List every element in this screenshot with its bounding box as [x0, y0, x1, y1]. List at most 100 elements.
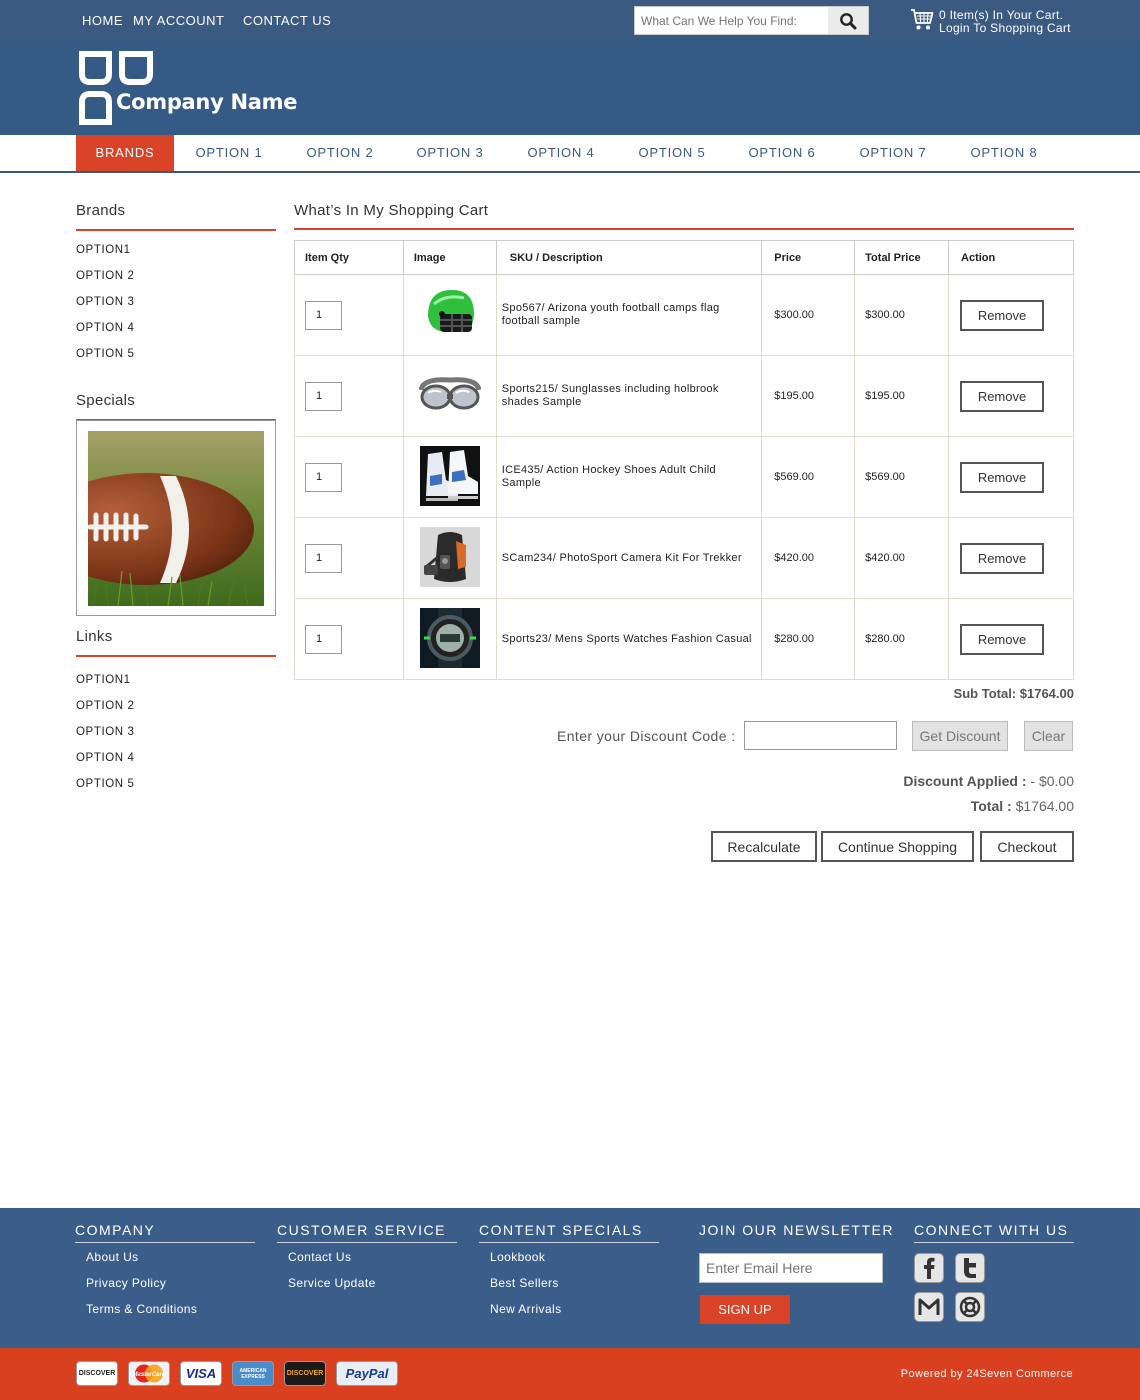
twitter-button[interactable]: [955, 1253, 985, 1283]
sports-watch-image[interactable]: [419, 607, 480, 668]
item-description: Spo567/ Arizona youth football camps fla…: [495, 274, 763, 356]
table-row: Sports23/ Mens Sports Watches Fashion Ca…: [294, 598, 1074, 680]
clear-discount-button[interactable]: Clear: [1024, 721, 1073, 751]
nav-option-5[interactable]: OPTION 5: [626, 135, 718, 171]
recalculate-button[interactable]: Recalculate: [711, 831, 817, 862]
facebook-button[interactable]: [914, 1253, 944, 1283]
my-account-link[interactable]: MY ACCOUNT: [133, 13, 224, 28]
remove-button[interactable]: Remove: [960, 461, 1045, 493]
gmail-button[interactable]: [914, 1292, 944, 1322]
item-total-price: $195.00: [854, 355, 950, 437]
camera-backpack-image[interactable]: [419, 526, 480, 587]
remove-button[interactable]: Remove: [960, 380, 1045, 412]
header-sku: SKU / Description: [495, 240, 763, 275]
sunglasses-image[interactable]: [418, 369, 482, 420]
contact-us-link[interactable]: CONTACT US: [243, 13, 331, 28]
header-total-price: Total Price: [854, 240, 950, 275]
qty-input[interactable]: [305, 462, 342, 492]
brands-option-5[interactable]: OPTION 5: [76, 348, 134, 360]
company-name[interactable]: Company Name: [116, 90, 297, 114]
powered-by: Powered by 24Seven Commerce: [900, 1368, 1073, 1380]
footer-company-heading: COMPANY: [75, 1222, 255, 1243]
footer-link-about[interactable]: About Us: [86, 1250, 139, 1264]
paypal-card-icon: PayPal: [336, 1361, 398, 1386]
brands-option-1[interactable]: OPTION1: [76, 244, 131, 256]
links-option-5[interactable]: OPTION 5: [76, 778, 134, 790]
footer-link-privacy[interactable]: Privacy Policy: [86, 1276, 166, 1290]
header-price: Price: [761, 240, 856, 275]
links-option-1[interactable]: OPTION1: [76, 674, 131, 686]
company-logo-icon[interactable]: [78, 50, 154, 126]
shopping-cart-icon: [911, 9, 934, 30]
continue-shopping-button[interactable]: Continue Shopping: [821, 831, 974, 862]
get-discount-button[interactable]: Get Discount: [912, 721, 1008, 751]
support-icon: [959, 1296, 981, 1318]
footer-link-new-arrivals[interactable]: New Arrivals: [490, 1302, 561, 1316]
total-value: $1764.00: [1015, 798, 1074, 814]
item-price: $420.00: [761, 517, 856, 599]
search-input[interactable]: [635, 7, 830, 34]
qty-input[interactable]: [305, 624, 342, 654]
specials-image-box[interactable]: [76, 420, 276, 616]
qty-input[interactable]: [305, 381, 342, 411]
brands-option-3[interactable]: OPTION 3: [76, 296, 134, 308]
remove-button[interactable]: Remove: [960, 542, 1045, 574]
gmail-icon: [918, 1298, 940, 1315]
discount-applied-label: Discount Applied :: [903, 773, 1027, 789]
football-helmet-image[interactable]: [419, 283, 480, 344]
subtotal: Sub Total: $1764.00: [954, 686, 1074, 701]
discover-card-icon: DISCOVER: [76, 1361, 118, 1386]
mastercard-label: MasterCard: [132, 1372, 165, 1378]
brands-option-2[interactable]: OPTION 2: [76, 270, 134, 282]
footer-connect-heading: CONNECT WITH US: [914, 1222, 1074, 1243]
footer-link-service-update[interactable]: Service Update: [288, 1276, 376, 1290]
table-row: Sports215/ Sunglasses including holbrook…: [294, 355, 1074, 437]
brands-option-4[interactable]: OPTION 4: [76, 322, 134, 334]
nav-option-6[interactable]: OPTION 6: [736, 135, 828, 171]
nav-option-8[interactable]: OPTION 8: [958, 135, 1050, 171]
cart-items-count: 0 Item(s) In Your Cart.: [939, 8, 1064, 22]
twitter-icon: [964, 1258, 976, 1278]
cart-header-row: Item Qty Image SKU / Description Price T…: [294, 240, 1074, 275]
item-price: $300.00: [761, 274, 856, 356]
hockey-skates-image[interactable]: [419, 445, 480, 506]
nav-option-1[interactable]: OPTION 1: [183, 135, 275, 171]
item-price: $195.00: [761, 355, 856, 437]
links-option-3[interactable]: OPTION 3: [76, 726, 134, 738]
remove-button[interactable]: Remove: [960, 299, 1045, 331]
site-header: [0, 40, 1140, 135]
search-button[interactable]: [828, 7, 868, 34]
nav-option-3[interactable]: OPTION 3: [404, 135, 496, 171]
item-total-price: $569.00: [854, 436, 950, 518]
footer-link-terms[interactable]: Terms & Conditions: [86, 1302, 197, 1316]
item-total-price: $420.00: [854, 517, 950, 599]
login-to-cart-link[interactable]: Login To Shopping Cart: [939, 21, 1071, 35]
footer-link-contact[interactable]: Contact Us: [288, 1250, 351, 1264]
amex-card-icon: AMERICAN EXPRESS: [232, 1361, 274, 1386]
qty-input[interactable]: [305, 543, 342, 573]
discount-applied-value: - $0.00: [1030, 773, 1074, 789]
nav-option-2[interactable]: OPTION 2: [294, 135, 386, 171]
signup-button[interactable]: SIGN UP: [700, 1295, 790, 1324]
links-option-4[interactable]: OPTION 4: [76, 752, 134, 764]
qty-input[interactable]: [305, 300, 342, 330]
table-row: Spo567/ Arizona youth football camps fla…: [294, 274, 1074, 356]
cart-total: Total : $1764.00: [971, 798, 1074, 814]
facebook-icon: [924, 1257, 935, 1279]
support-button[interactable]: [955, 1292, 985, 1322]
remove-button[interactable]: Remove: [960, 623, 1045, 655]
home-link[interactable]: HOME: [82, 13, 123, 28]
item-description: SCam234/ PhotoSport Camera Kit For Trekk…: [495, 517, 763, 599]
checkout-button[interactable]: Checkout: [980, 831, 1074, 862]
newsletter-email-input[interactable]: [699, 1253, 883, 1283]
search-box: [634, 6, 869, 35]
footer-link-lookbook[interactable]: Lookbook: [490, 1250, 545, 1264]
nav-option-7[interactable]: OPTION 7: [847, 135, 939, 171]
main-nav: BRANDS OPTION 1 OPTION 2 OPTION 3 OPTION…: [0, 135, 1140, 173]
nav-brands[interactable]: BRANDS: [76, 135, 174, 171]
nav-option-4[interactable]: OPTION 4: [515, 135, 607, 171]
links-option-2[interactable]: OPTION 2: [76, 700, 134, 712]
discount-code-input[interactable]: [744, 721, 897, 750]
item-description: Sports23/ Mens Sports Watches Fashion Ca…: [495, 598, 763, 680]
footer-link-best-sellers[interactable]: Best Sellers: [490, 1276, 559, 1290]
